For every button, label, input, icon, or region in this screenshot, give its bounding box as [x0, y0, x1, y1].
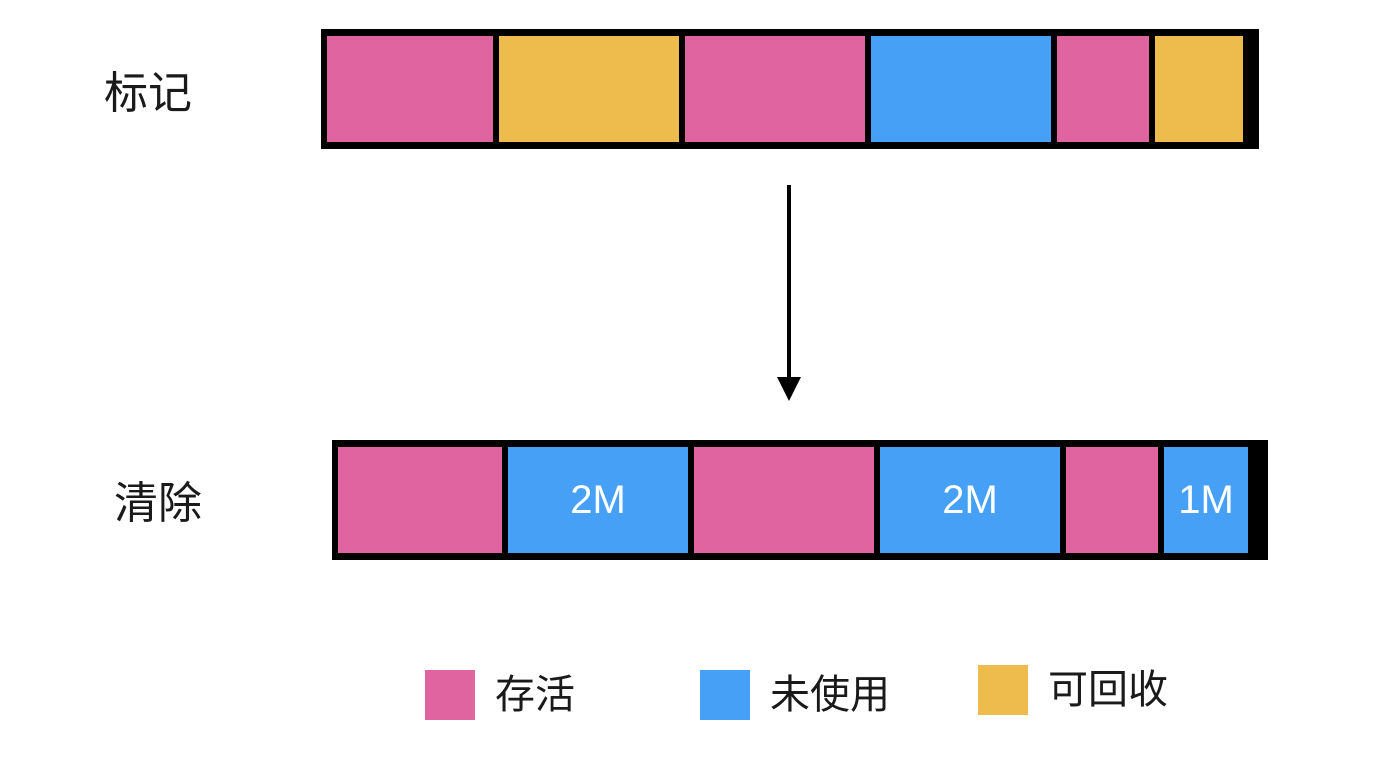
sweep-block-unused: 2M: [880, 447, 1060, 553]
legend-label-alive: 存活: [495, 672, 575, 718]
mark-block-alive: [327, 36, 493, 142]
legend-swatch-reclaimable: [978, 665, 1028, 715]
mark-block-alive: [1057, 36, 1149, 142]
sweep-row-label: 清除: [114, 478, 202, 529]
sweep-block-alive: [1066, 447, 1158, 553]
legend-item-reclaimable: 可回收: [978, 665, 1168, 715]
mark-block-reclaimable: [1155, 36, 1243, 142]
sweep-block-unused: 2M: [508, 447, 688, 553]
mark-row-label: 标记: [104, 68, 192, 119]
legend-item-alive: 存活: [425, 670, 575, 720]
sweep-memory-bar: 2M 2M 1M: [332, 440, 1268, 560]
legend-item-unused: 未使用: [700, 670, 890, 720]
down-arrow-icon: [777, 185, 801, 401]
mark-block-reclaimable: [499, 36, 679, 142]
legend-swatch-unused: [700, 670, 750, 720]
sweep-block-alive: [338, 447, 502, 553]
legend-label-reclaimable: 可回收: [1048, 667, 1168, 713]
mark-memory-bar: [321, 29, 1259, 149]
sweep-block-unused: 1M: [1164, 447, 1248, 553]
legend-label-unused: 未使用: [770, 672, 890, 718]
mark-block-unused: [871, 36, 1051, 142]
legend-swatch-alive: [425, 670, 475, 720]
sweep-block-alive: [694, 447, 874, 553]
mark-block-alive: [685, 36, 865, 142]
